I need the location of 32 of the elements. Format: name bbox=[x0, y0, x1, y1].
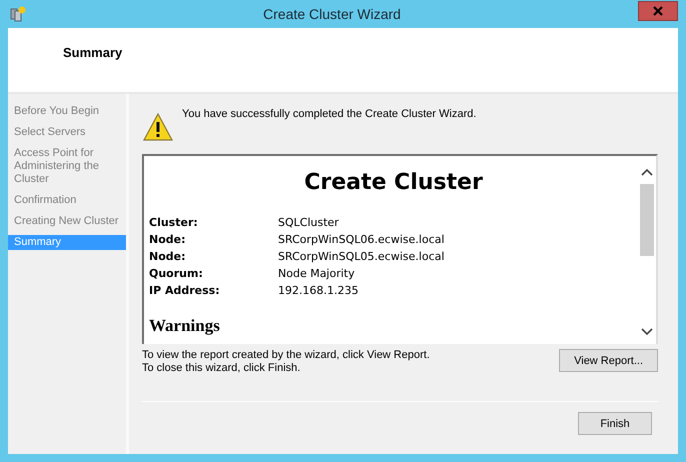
field-label: Cluster: bbox=[149, 215, 199, 230]
field-label: Quorum: bbox=[149, 266, 204, 281]
cluster-icon bbox=[10, 6, 26, 22]
section-heading: Warnings bbox=[149, 316, 221, 336]
field-label: IP Address: bbox=[149, 283, 221, 298]
field-label: Node: bbox=[149, 232, 186, 247]
report-title: Create Cluster bbox=[303, 170, 484, 195]
view-report-button[interactable]: View Report... bbox=[559, 349, 658, 372]
field-value: SRCorpWinSQL05.ecwise.local bbox=[278, 249, 446, 264]
scroll-up-icon[interactable] bbox=[641, 168, 653, 176]
field-label: Node: bbox=[149, 249, 186, 264]
field-value: SQLCluster bbox=[278, 215, 340, 230]
page-title: Summary bbox=[63, 44, 122, 60]
field-value: 192.168.1.235 bbox=[278, 283, 360, 298]
step-item[interactable]: Creating New Cluster bbox=[8, 214, 126, 229]
step-item[interactable]: Before You Begin bbox=[8, 104, 126, 119]
step-item[interactable]: Summary bbox=[8, 235, 126, 250]
field-value: SRCorpWinSQL06.ecwise.local bbox=[278, 232, 446, 247]
field-value: Node Majority bbox=[278, 266, 356, 281]
hint-text: To close this wizard, click Finish. bbox=[142, 362, 302, 375]
close-button[interactable] bbox=[638, 1, 678, 21]
success-message: You have successfully completed the Create Cluster Wizard. bbox=[182, 108, 476, 120]
step-item[interactable]: Access Point for Administering the Cluster bbox=[8, 146, 126, 187]
window-title: Create Cluster Wizard bbox=[262, 6, 402, 22]
step-item[interactable]: Confirmation bbox=[8, 193, 126, 208]
scroll-thumb[interactable] bbox=[640, 184, 654, 256]
step-item[interactable]: Select Servers bbox=[8, 125, 126, 140]
scroll-down-icon[interactable] bbox=[641, 328, 653, 336]
warning-icon bbox=[142, 112, 174, 142]
finish-button[interactable]: Finish bbox=[578, 412, 652, 435]
hint-text: To view the report created by the wizard, click View Report. bbox=[142, 349, 430, 362]
close-icon bbox=[653, 6, 663, 16]
